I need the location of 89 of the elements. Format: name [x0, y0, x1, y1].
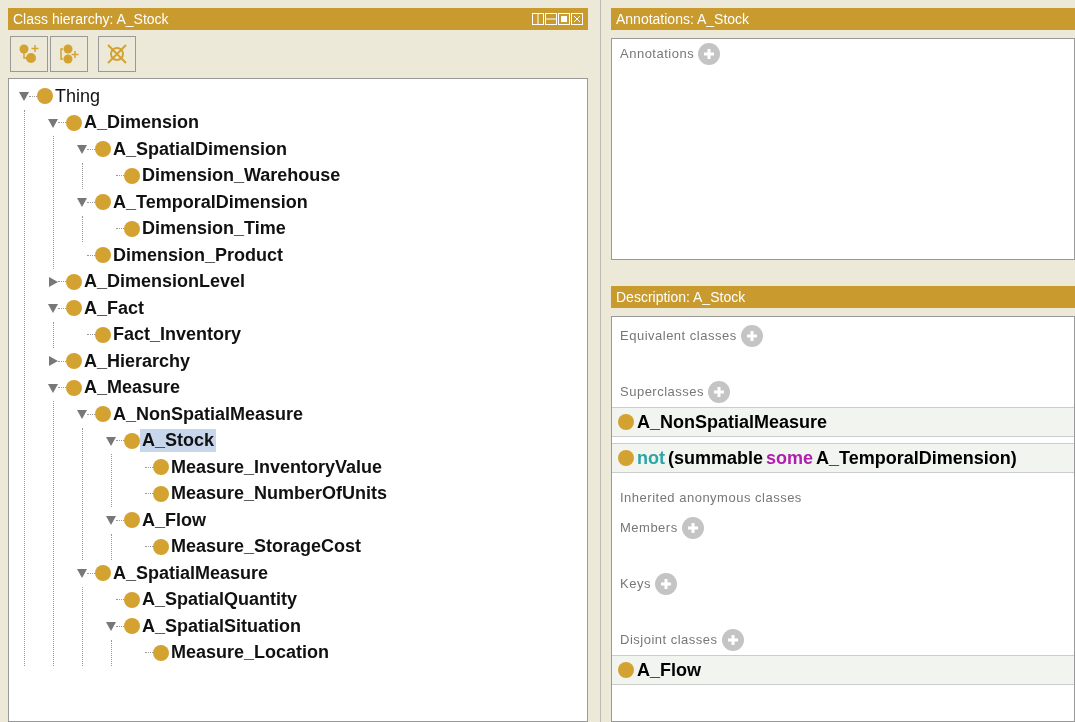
class-dot-icon [95, 141, 111, 158]
class-dot-icon [124, 220, 140, 237]
section-label: Disjoint classes [620, 631, 718, 649]
panel-title: Annotations: A_Stock [616, 11, 750, 27]
delete-class-button[interactable] [98, 36, 136, 72]
class-dot-icon [95, 247, 111, 264]
tree-item[interactable]: A_SpatialQuantity [140, 588, 300, 612]
class-dot-icon [618, 450, 634, 466]
tree-item[interactable]: A_NonSpatialMeasure [111, 402, 306, 426]
class-expression-row[interactable]: A_Flow [612, 655, 1074, 685]
class-dot-icon [95, 565, 111, 582]
tree-item[interactable]: Measure_Location [169, 641, 332, 665]
expanded-triangle-icon[interactable] [48, 303, 58, 314]
expression-token: A_Flow [637, 659, 701, 681]
split-view-icon[interactable] [532, 13, 544, 25]
expanded-triangle-icon[interactable] [77, 568, 87, 579]
tree-item[interactable]: Dimension_Warehouse [140, 164, 343, 188]
tree-item[interactable]: A_Dimension [82, 111, 202, 135]
add-sibling-icon [58, 43, 80, 65]
class-dot-icon [153, 485, 169, 502]
collapsed-triangle-icon[interactable] [48, 356, 58, 367]
expanded-triangle-icon[interactable] [106, 621, 116, 632]
class-dot-icon [124, 591, 140, 608]
class-dot-icon [95, 406, 111, 423]
class-dot-icon [153, 538, 169, 555]
class-dot-icon [124, 167, 140, 184]
class-expression-row[interactable]: not (summable some A_TemporalDimension) [612, 443, 1074, 473]
class-dot-icon [124, 512, 140, 529]
section-label: Annotations [620, 45, 695, 63]
expression-token: some [766, 447, 814, 469]
tree-item[interactable]: Fact_Inventory [111, 323, 244, 347]
expanded-triangle-icon[interactable] [106, 435, 116, 446]
class-expression-row[interactable]: A_NonSpatialMeasure [612, 407, 1074, 437]
section-label: Superclasses [620, 383, 705, 401]
expression-token: (summable [668, 447, 763, 469]
tree-item[interactable]: A_Hierarchy [82, 349, 193, 373]
expanded-triangle-icon[interactable] [77, 144, 87, 155]
add-sibling-button[interactable] [50, 36, 88, 72]
class-dot-icon [66, 273, 82, 290]
add-subclass-button[interactable] [10, 36, 48, 72]
expanded-triangle-icon[interactable] [106, 515, 116, 526]
class-dot-icon [37, 88, 53, 105]
tree-item[interactable]: A_Fact [82, 296, 147, 320]
maximize-icon[interactable] [558, 13, 570, 25]
collapsed-triangle-icon[interactable] [48, 276, 58, 287]
class-dot-icon [66, 114, 82, 131]
class-dot-icon [153, 644, 169, 661]
panel-title: Description: A_Stock [616, 289, 746, 305]
section-label: Equivalent classes [620, 327, 737, 345]
class-dot-icon [124, 432, 140, 449]
tree-item[interactable]: Dimension_Time [140, 217, 288, 241]
delete-class-icon [106, 43, 128, 65]
section-label: Members [620, 519, 678, 537]
class-dot-icon [95, 194, 111, 211]
tree-item[interactable]: A_TemporalDimension [111, 190, 310, 214]
tree-item[interactable]: A_Measure [82, 376, 183, 400]
expanded-triangle-icon[interactable] [48, 117, 58, 128]
close-icon[interactable] [571, 13, 583, 25]
tree-item[interactable]: Dimension_Product [111, 243, 286, 267]
class-dot-icon [66, 353, 82, 370]
expanded-triangle-icon[interactable] [19, 91, 29, 102]
expression-token: A_TemporalDimension) [816, 447, 1017, 469]
expanded-triangle-icon[interactable] [48, 382, 58, 393]
tree-item[interactable]: A_SpatialSituation [140, 614, 304, 638]
tree-item[interactable]: Measure_InventoryValue [169, 455, 385, 479]
split-view-icon[interactable] [545, 13, 557, 25]
tree-item[interactable]: A_SpatialDimension [111, 137, 290, 161]
tree-item[interactable]: Thing [53, 84, 103, 108]
add-subclass-icon [18, 43, 40, 65]
class-dot-icon [95, 326, 111, 343]
section-label: Keys [620, 575, 651, 593]
tree-item[interactable]: A_Flow [140, 508, 208, 532]
tree-item[interactable]: Measure_StorageCost [169, 535, 364, 559]
class-dot-icon [66, 300, 82, 317]
tree-item[interactable]: A_DimensionLevel [82, 270, 248, 294]
section-label: Inherited anonymous classes [620, 489, 802, 507]
class-dot-icon [66, 379, 82, 396]
tree-item[interactable]: A_SpatialMeasure [111, 561, 271, 585]
class-dot-icon [124, 618, 140, 635]
expanded-triangle-icon[interactable] [77, 409, 87, 420]
tree-item[interactable]: A_Stock [140, 429, 217, 453]
class-dot-icon [618, 662, 634, 678]
class-dot-icon [153, 459, 169, 476]
class-dot-icon [618, 414, 634, 430]
expression-token: not [637, 447, 665, 469]
expanded-triangle-icon[interactable] [77, 197, 87, 208]
tree-item[interactable]: Measure_NumberOfUnits [169, 482, 390, 506]
expression-token: A_NonSpatialMeasure [637, 411, 828, 433]
panel-title: Class hierarchy: A_Stock [13, 11, 169, 27]
